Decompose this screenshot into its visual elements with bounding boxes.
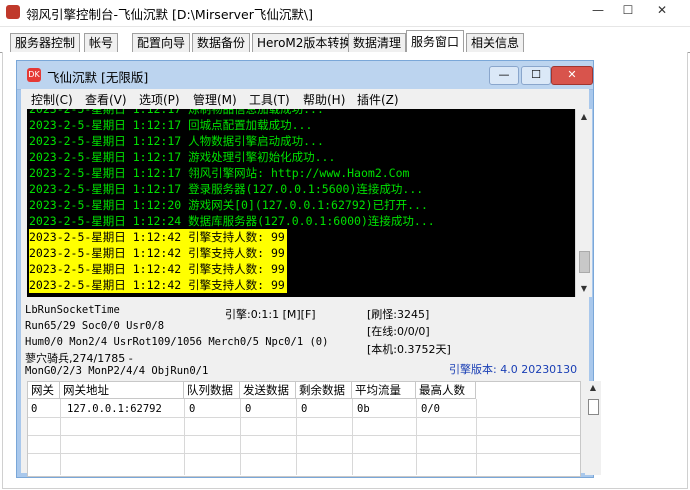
grid-line [28, 453, 580, 454]
column-header[interactable]: 剩余数据 [296, 382, 352, 399]
table-scrollbar[interactable]: ▲ [585, 381, 601, 475]
tab-account[interactable]: 帐号 [84, 33, 119, 52]
engine-version: 引擎版本: 4.0 20230130 [449, 363, 578, 376]
uptime: [本机:0.3752天] [367, 343, 451, 356]
cell-gateway-id: 0 [31, 403, 38, 415]
tab-server-control[interactable]: 服务器控制 [10, 33, 81, 52]
grid-line [296, 399, 297, 475]
column-header[interactable]: 队列数据 [184, 382, 240, 399]
grid-line [60, 399, 61, 475]
cell-gateway-address: 127.0.0.1:62792 [67, 403, 162, 415]
menu-manage[interactable]: 管理(M) [193, 91, 237, 108]
log-line: 2023-2-5-星期日 1:12:17 游戏处理引擎初始化成功... [29, 150, 336, 164]
main-tabs: 服务器控制 帐号 配置向导 数据备份 HeroM2版本转换 数据清理 服务窗口 … [0, 30, 690, 53]
grid-line [352, 399, 353, 475]
scroll-thumb[interactable] [588, 399, 599, 415]
close-button[interactable]: ✕ [648, 0, 676, 22]
engine-status: 引擎:0:1:1 [M][F] [225, 308, 316, 321]
log-line: 2023-2-5-星期日 1:12:17 登录服务器(127.0.0.1:560… [29, 182, 424, 196]
scroll-up-icon[interactable]: ▲ [585, 381, 601, 395]
app-icon [6, 5, 20, 19]
minimize-button[interactable]: — [584, 0, 612, 22]
tab-service-window[interactable]: 服务窗口 [406, 30, 465, 53]
inner-close-button[interactable]: ✕ [551, 66, 593, 85]
tab-data-backup[interactable]: 数据备份 [192, 33, 251, 52]
cell-max-users: 0/0 [421, 403, 440, 415]
grid-line [28, 417, 580, 418]
log-line-highlighted: 2023-2-5-星期日 1:12:42 引擎支持人数: 99 [29, 277, 287, 293]
log-scrollbar[interactable]: ▲ ▼ [575, 109, 592, 297]
service-window-title: 飞仙沉默 [无限版] [47, 70, 149, 85]
cell-remaining-data: 0 [301, 403, 308, 415]
inner-maximize-button[interactable]: ☐ [521, 66, 551, 85]
grid-line [240, 399, 241, 475]
cell-average-traffic: 0b [357, 403, 370, 415]
log-line-highlighted: 2023-2-5-星期日 1:12:42 引擎支持人数: 99 [29, 229, 287, 245]
service-window: DK 飞仙沉默 [无限版] — ☐ ✕ 控制(C) 查看(V) 选项(P) 管理… [16, 60, 601, 478]
column-header[interactable]: 发送数据 [240, 382, 296, 399]
tab-herom2-convert[interactable]: HeroM2版本转换 [252, 33, 357, 52]
maximize-button[interactable]: ☐ [614, 0, 642, 22]
log-line: 2023-2-5-星期日 1:12:17 翎风引擎网站: http://www.… [29, 166, 410, 180]
menu-plugins[interactable]: 插件(Z) [357, 91, 399, 108]
gateway-table: 网关 网关地址 队列数据 发送数据 剩余数据 平均流量 最高人数 0 127.0… [27, 381, 581, 477]
grid-line [476, 399, 477, 475]
service-window-titlebar: DK 飞仙沉默 [无限版] — ☐ ✕ [17, 61, 593, 90]
app-logo-icon: DK [27, 68, 41, 82]
menubar: 控制(C) 查看(V) 选项(P) 管理(M) 工具(T) 帮助(H) 插件(Z… [21, 89, 589, 109]
monster-info: 蓼穴骑兵,274/1785 - [25, 352, 133, 365]
log-line: 2023-2-5-星期日 1:12:24 数据库服务器(127.0.0.1:60… [29, 214, 435, 228]
menu-options[interactable]: 选项(P) [139, 91, 180, 108]
refresh-count: [刷怪:3245] [367, 308, 430, 321]
tab-data-cleanup[interactable]: 数据清理 [348, 33, 407, 52]
column-header[interactable]: 网关地址 [60, 382, 184, 399]
tab-related-info[interactable]: 相关信息 [466, 33, 525, 52]
grid-line [28, 435, 580, 436]
log-line: 2023-2-5-星期日 1:12:20 游戏网关[0](127.0.0.1:6… [29, 198, 428, 212]
log-line: 2023-2-5-星期日 1:12:17 人物数据引擎启动成功... [29, 134, 324, 148]
grid-line [416, 399, 417, 475]
log-console[interactable]: 2023-2-5-星期日 1:12:17 炼制物品信息加载成功... 2023-… [27, 109, 575, 297]
log-line-highlighted: 2023-2-5-星期日 1:12:42 引擎支持人数: 99 [29, 261, 287, 277]
scroll-down-icon[interactable]: ▼ [576, 281, 592, 297]
log-line: 2023-2-5-星期日 1:12:17 回城点配置加载成功... [29, 118, 313, 132]
menu-tools[interactable]: 工具(T) [249, 91, 290, 108]
outer-titlebar: 翎风引擎控制台-飞仙沉默 [D:\Mirserver飞仙沉默\] — ☐ ✕ [0, 0, 690, 27]
menu-help[interactable]: 帮助(H) [303, 91, 345, 108]
tab-config-wizard[interactable]: 配置向导 [132, 33, 191, 52]
menu-control[interactable]: 控制(C) [31, 91, 73, 108]
cell-queue-data: 0 [189, 403, 196, 415]
run-socket-time: LbRunSocketTime [25, 304, 120, 316]
grid-line [184, 399, 185, 475]
run-info: Run65/29 Soc0/0 Usr0/8 [25, 320, 165, 332]
log-line: 2023-2-5-星期日 1:12:17 炼制物品信息加载成功... [29, 109, 324, 116]
cell-send-data: 0 [245, 403, 252, 415]
hum-info: Hum0/0 Mon2/4 UsrRot109/1056 Merch0/5 Np… [25, 336, 329, 348]
scroll-thumb[interactable] [579, 251, 590, 273]
scroll-up-icon[interactable]: ▲ [576, 109, 592, 125]
column-header[interactable]: 网关 [28, 382, 60, 399]
window-title: 翎风引擎控制台-飞仙沉默 [D:\Mirserver飞仙沉默\] [26, 7, 313, 22]
mong-info: MonG0/2/3 MonP2/4/4 ObjRun0/1 [25, 365, 209, 377]
column-header[interactable]: 最高人数 [416, 382, 476, 399]
inner-minimize-button[interactable]: — [489, 66, 519, 85]
column-header[interactable]: 平均流量 [352, 382, 416, 399]
menu-view[interactable]: 查看(V) [85, 91, 127, 108]
online-count: [在线:0/0/0] [367, 325, 430, 338]
log-line-highlighted: 2023-2-5-星期日 1:12:42 引擎支持人数: 99 [29, 245, 287, 261]
